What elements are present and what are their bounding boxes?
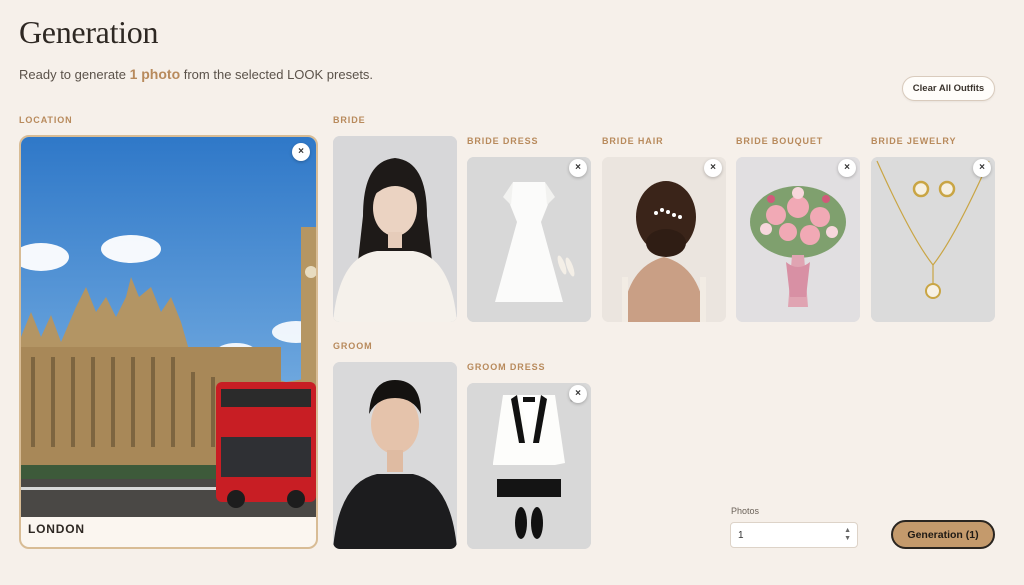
generate-button[interactable]: Generation (1) bbox=[891, 520, 995, 549]
bride-dress-card[interactable]: × bbox=[467, 157, 591, 322]
location-remove-icon[interactable]: × bbox=[292, 143, 310, 161]
groom-dress-card[interactable]: × bbox=[467, 383, 591, 549]
bride-jewelry-remove-icon[interactable]: × bbox=[973, 159, 991, 177]
bride-dress-remove-icon[interactable]: × bbox=[569, 159, 587, 177]
subtitle-suffix: from the selected LOOK presets. bbox=[180, 67, 374, 82]
groom-dress-remove-icon[interactable]: × bbox=[569, 385, 587, 403]
subtitle: Ready to generate 1 photo from the selec… bbox=[19, 66, 373, 82]
bride-jewelry-label: BRIDE JEWELRY bbox=[871, 136, 957, 146]
photos-quantity-stepper[interactable]: 1 ▲ ▼ bbox=[730, 522, 858, 548]
bride-hair-card[interactable]: × bbox=[602, 157, 726, 322]
bride-hair-label: BRIDE HAIR bbox=[602, 136, 664, 146]
photo-count: 1 photo bbox=[129, 66, 181, 82]
bride-hair-remove-icon[interactable]: × bbox=[704, 159, 722, 177]
subtitle-prefix: Ready to generate bbox=[19, 67, 130, 82]
location-card[interactable]: × LONDON bbox=[19, 135, 318, 549]
photos-label: Photos bbox=[731, 506, 760, 516]
location-image bbox=[21, 137, 316, 517]
groom-section-label: GROOM bbox=[333, 341, 373, 351]
bride-bouquet-label: BRIDE BOUQUET bbox=[736, 136, 824, 146]
stepper-arrows[interactable]: ▲ ▼ bbox=[844, 527, 851, 543]
groom-portrait[interactable] bbox=[333, 362, 457, 549]
groom-dress-label: GROOM DRESS bbox=[467, 362, 546, 372]
location-section-label: LOCATION bbox=[19, 115, 73, 125]
bride-section-label: BRIDE bbox=[333, 115, 366, 125]
bride-bouquet-card[interactable]: × bbox=[736, 157, 860, 322]
page-title: Generation bbox=[19, 14, 159, 50]
chevron-down-icon[interactable]: ▼ bbox=[844, 535, 851, 543]
clear-all-outfits-button[interactable]: Clear All Outfits bbox=[902, 76, 995, 101]
bride-dress-label: BRIDE DRESS bbox=[467, 136, 539, 146]
bride-bouquet-remove-icon[interactable]: × bbox=[838, 159, 856, 177]
chevron-up-icon[interactable]: ▲ bbox=[844, 527, 851, 535]
bride-portrait[interactable] bbox=[333, 136, 457, 322]
photos-value: 1 bbox=[738, 529, 744, 541]
bride-jewelry-card[interactable]: × bbox=[871, 157, 995, 322]
location-name: LONDON bbox=[28, 522, 85, 536]
